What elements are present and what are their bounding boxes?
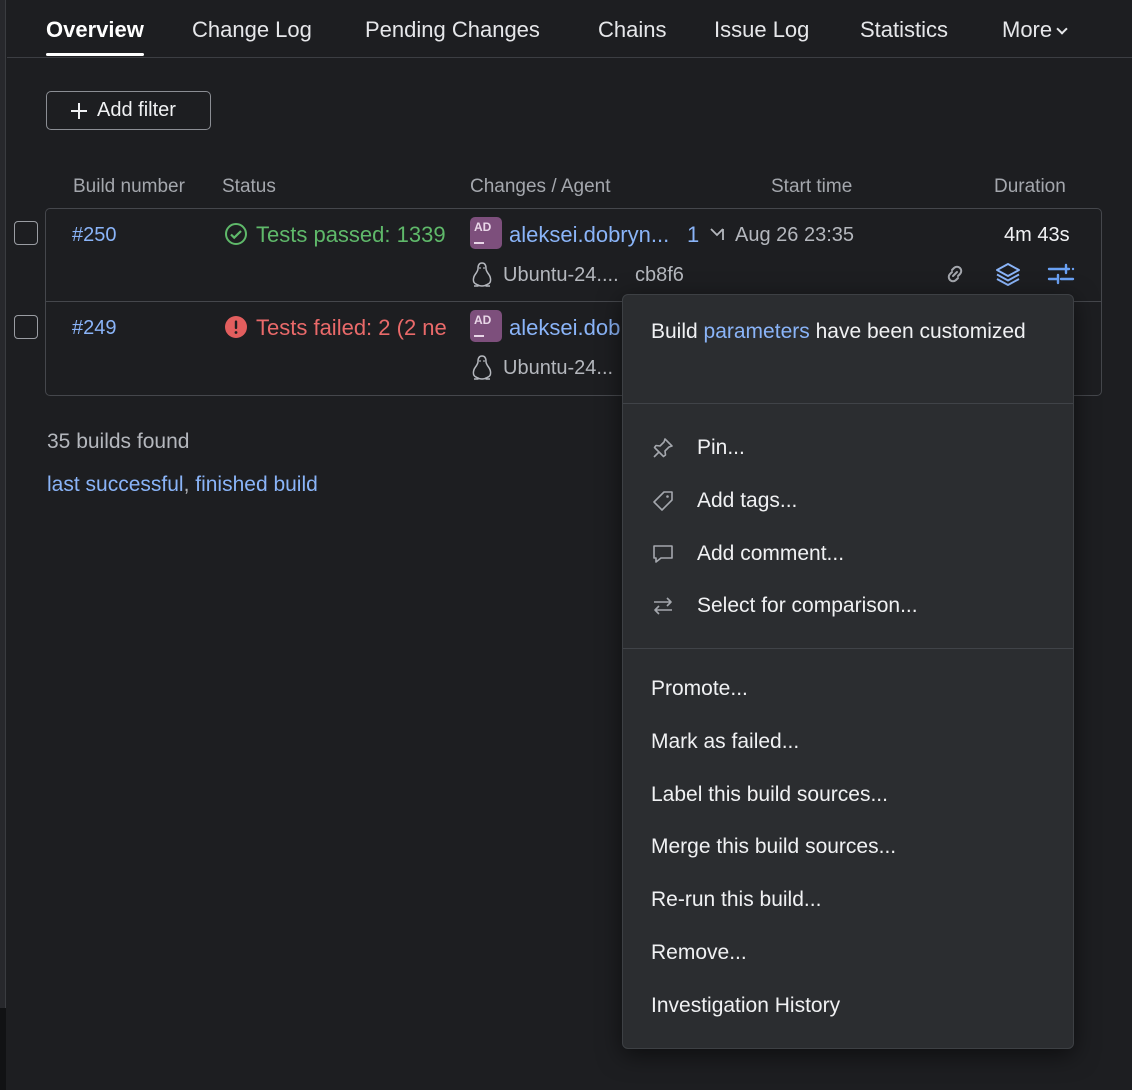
add-filter-label: Add filter (97, 99, 176, 121)
change-author-link[interactable]: aleksei.dob (509, 315, 621, 341)
menu-item-label: Add tags... (697, 489, 798, 512)
tab-more[interactable]: More (1002, 17, 1068, 43)
menu-item-label: Label this build sources... (651, 783, 888, 806)
column-header-changes-agent[interactable]: Changes / Agent (470, 176, 611, 198)
menu-item-remove[interactable]: Remove... (623, 931, 1073, 975)
build-number-link[interactable]: #250 (72, 224, 117, 247)
tag-icon (653, 491, 673, 511)
merge-icon (710, 228, 724, 240)
start-time: Aug 26 23:35 (735, 224, 854, 246)
menu-item-label-sources[interactable]: Label this build sources... (623, 773, 1073, 817)
menu-item-add-comment[interactable]: Add comment... (623, 532, 1073, 576)
tab-overview[interactable]: Overview (46, 17, 144, 56)
add-filter-button[interactable]: Add filter (46, 91, 211, 130)
row-checkbox-250[interactable] (14, 221, 38, 245)
left-panel-lower (0, 1008, 6, 1090)
menu-item-label: Promote... (651, 677, 748, 700)
error-circle-icon (225, 316, 247, 338)
change-count[interactable]: 1 (687, 222, 699, 248)
menu-item-mark-as-failed[interactable]: Mark as failed... (623, 720, 1073, 764)
tab-statistics[interactable]: Statistics (860, 17, 948, 43)
build-duration: 4m 43s (1004, 224, 1070, 246)
linux-icon (472, 355, 492, 380)
menu-item-label: Merge this build sources... (651, 835, 897, 858)
revision[interactable]: cb8f6 (635, 264, 684, 287)
row-checkbox-249[interactable] (14, 315, 38, 339)
menu-item-pin[interactable]: Pin... (623, 426, 1073, 470)
menu-item-label: Pin... (697, 436, 745, 459)
menu-item-label: Remove... (651, 941, 747, 964)
menu-item-merge-sources[interactable]: Merge this build sources... (623, 825, 1073, 869)
finished-build-link[interactable]: finished build (195, 473, 318, 496)
menu-item-label: Select for comparison... (697, 594, 918, 617)
menu-item-select-for-comparison[interactable]: Select for comparison... (623, 584, 1073, 628)
comment-icon (653, 545, 673, 563)
menu-item-promote[interactable]: Promote... (623, 667, 1073, 711)
agent-name[interactable]: Ubuntu-24... (503, 357, 621, 380)
build-number-link[interactable]: #249 (72, 317, 117, 340)
menu-item-add-tags[interactable]: Add tags... (623, 479, 1073, 523)
change-author-link[interactable]: aleksei.dobryn... (509, 222, 681, 248)
column-header-status[interactable]: Status (222, 176, 276, 198)
builds-found-count: 35 builds found (47, 430, 190, 453)
menu-item-label: Mark as failed... (651, 730, 800, 753)
menu-divider (623, 648, 1073, 649)
compare-arrows-icon (654, 597, 672, 615)
tab-change-log[interactable]: Change Log (192, 17, 312, 43)
column-header-build-number[interactable]: Build number (73, 176, 185, 198)
menu-item-investigation-history[interactable]: Investigation History (623, 984, 1073, 1028)
link-icon[interactable] (942, 261, 968, 287)
tab-issue-log[interactable]: Issue Log (714, 17, 809, 43)
parameters-link[interactable]: parameters (704, 320, 810, 343)
tab-bar: Overview Change Log Pending Changes Chai… (7, 0, 1132, 58)
tab-pending-changes[interactable]: Pending Changes (365, 17, 540, 43)
column-header-duration[interactable]: Duration (994, 176, 1066, 198)
last-successful-link[interactable]: last successful (47, 473, 184, 496)
avatar: AD (470, 310, 502, 342)
plus-icon (71, 102, 87, 119)
note-prefix: Build (651, 320, 704, 343)
menu-item-label: Re-run this build... (651, 888, 822, 911)
links-separator: , (183, 473, 196, 496)
menu-item-rerun-build[interactable]: Re-run this build... (623, 878, 1073, 922)
build-actions-menu: Build parameters have been customized Pi… (622, 294, 1074, 1049)
menu-item-label: Investigation History (651, 994, 841, 1017)
tab-chains[interactable]: Chains (598, 17, 666, 43)
note-suffix: have been customized (809, 320, 1026, 343)
menu-item-label: Add comment... (697, 542, 845, 565)
left-panel-edge (0, 0, 6, 1090)
linux-icon (472, 262, 492, 287)
column-header-start-time[interactable]: Start time (771, 176, 852, 198)
check-circle-icon (225, 223, 247, 245)
parameters-customized-note: Build parameters have been customized (651, 315, 1031, 348)
tab-more-label: More (1002, 17, 1053, 42)
build-status[interactable]: Tests passed: 1339 (256, 222, 465, 248)
agent-name[interactable]: Ubuntu-24.... (503, 264, 619, 287)
layers-icon[interactable] (995, 261, 1021, 287)
parameters-settings-icon[interactable] (1047, 262, 1075, 286)
menu-divider (623, 403, 1073, 404)
avatar: AD (470, 217, 502, 249)
pin-icon (653, 438, 673, 458)
build-filter-links: last successful, finished build (47, 473, 318, 497)
build-status[interactable]: Tests failed: 2 (2 ne (256, 315, 465, 341)
chevron-down-icon (1056, 23, 1068, 35)
